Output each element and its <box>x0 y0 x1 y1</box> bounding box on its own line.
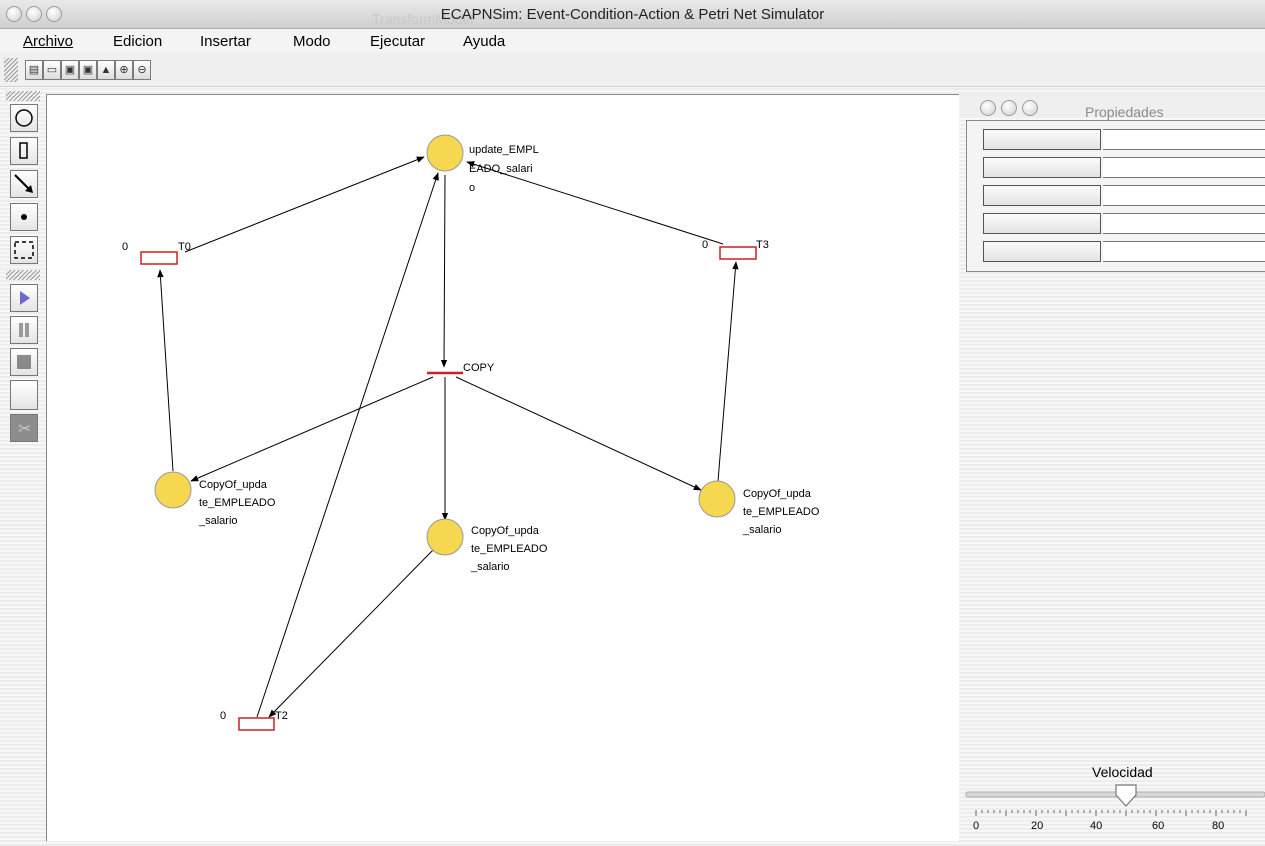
property-row[interactable] <box>983 213 1265 235</box>
arc-copyleft-to-t0[interactable] <box>157 269 174 472</box>
title-bar: TransformModel ECAPNSim: Event-Condition… <box>0 0 1265 29</box>
transition-t0[interactable] <box>140 251 178 265</box>
property-value[interactable] <box>1103 241 1265 262</box>
petri-net-canvas[interactable]: update_EMPL EADO_salari o CopyOf_upda te… <box>46 94 959 841</box>
arc-copyright-to-t3[interactable] <box>717 261 739 482</box>
place-label-line: _salario <box>198 515 238 527</box>
zoom-in-icon[interactable]: ⊕ <box>115 60 133 80</box>
save-icon[interactable]: ▣ <box>61 60 79 80</box>
speed-tick-label: 20 <box>1031 820 1044 832</box>
place-tool-icon[interactable] <box>10 104 38 132</box>
speed-tick-label: 0 <box>973 820 980 832</box>
property-value[interactable] <box>1103 157 1265 178</box>
transition-t3[interactable] <box>719 246 757 260</box>
toolbar-grip[interactable] <box>4 58 18 82</box>
token-tool-icon[interactable] <box>10 203 38 231</box>
arc-t2-to-update[interactable] <box>256 172 439 718</box>
place-label-line: CopyOf_upda <box>471 525 540 537</box>
save-as-icon[interactable]: ▣ <box>79 60 97 80</box>
speed-label: Velocidad <box>1092 764 1153 780</box>
blank-icon[interactable] <box>10 380 38 410</box>
properties-panel: Propiedades <box>960 94 1265 840</box>
zoom-out-icon[interactable]: ⊖ <box>133 60 151 80</box>
transition-t2-label: T2 <box>275 710 288 722</box>
place-label-line: te_EMPLEADO <box>471 543 548 555</box>
properties-table <box>966 120 1265 272</box>
arc-t0-to-update[interactable] <box>184 156 425 253</box>
arc-copy-to-copyleft[interactable] <box>190 376 434 482</box>
transition-t0-value: 0 <box>122 241 128 253</box>
place-label-line: o <box>469 182 475 194</box>
speed-tick-label: 60 <box>1152 820 1165 832</box>
menu-insertar[interactable]: Insertar <box>200 33 251 50</box>
transition-t2-value: 0 <box>220 710 226 722</box>
place-label-line: update_EMPL <box>469 144 539 156</box>
place-label-line: _salario <box>470 561 510 573</box>
property-row[interactable] <box>983 129 1265 151</box>
place-copyof-mid[interactable] <box>426 518 464 556</box>
place-copyof-left[interactable] <box>154 471 192 509</box>
transition-t2[interactable] <box>238 717 275 731</box>
place-label-line: te_EMPLEADO <box>743 506 820 518</box>
property-row[interactable] <box>983 157 1265 179</box>
properties-title-bar: Propiedades <box>960 94 1265 120</box>
cut-icon[interactable]: ✂ <box>10 414 38 442</box>
place-update-empleado[interactable] <box>426 134 464 172</box>
property-row[interactable] <box>983 241 1265 263</box>
speed-slider[interactable] <box>962 780 1265 820</box>
menu-modo[interactable]: Modo <box>293 33 331 50</box>
property-key[interactable] <box>983 241 1101 262</box>
arc-tool-icon[interactable] <box>10 170 38 198</box>
menu-bar: Archivo Edicion Insertar Modo Ejecutar A… <box>0 29 1265 53</box>
place-label-line: CopyOf_upda <box>199 479 268 491</box>
arc-copymid-to-t2[interactable] <box>268 549 434 718</box>
toolbar <box>0 54 1265 87</box>
place-copyof-right[interactable] <box>698 480 736 518</box>
transition-tool-icon[interactable] <box>10 137 38 165</box>
property-key[interactable] <box>983 185 1101 206</box>
transition-t3-label: T3 <box>756 239 769 251</box>
arc-update-to-copy[interactable] <box>440 174 448 368</box>
menu-edicion[interactable]: Edicion <box>113 33 162 50</box>
palette-grip-top[interactable] <box>6 91 40 101</box>
properties-minimize-button[interactable] <box>1001 100 1017 116</box>
window-title: ECAPNSim: Event-Condition-Action & Petri… <box>440 6 825 23</box>
menu-ayuda[interactable]: Ayuda <box>463 33 505 50</box>
palette-grip-bottom[interactable] <box>6 270 40 280</box>
svg-text:✂: ✂ <box>18 421 31 438</box>
play-icon[interactable] <box>10 284 38 312</box>
properties-zoom-button[interactable] <box>1022 100 1038 116</box>
property-key[interactable] <box>983 213 1101 234</box>
property-value[interactable] <box>1103 129 1265 150</box>
transition-copy-label: COPY <box>463 362 495 374</box>
speed-tick-label: 40 <box>1090 820 1103 832</box>
open-folder-icon[interactable]: ▭ <box>43 60 61 80</box>
property-key[interactable] <box>983 157 1101 178</box>
properties-title: Propiedades <box>1085 104 1164 120</box>
property-value[interactable] <box>1103 185 1265 206</box>
place-label-line: te_EMPLEADO <box>199 497 276 509</box>
print-icon[interactable]: ▲ <box>97 60 115 80</box>
new-file-icon[interactable]: ▤ <box>25 60 43 80</box>
speed-slider-thumb[interactable] <box>1115 784 1137 807</box>
transition-t3-value: 0 <box>702 239 708 251</box>
transition-t0-label: T0 <box>178 241 191 253</box>
property-row[interactable] <box>983 185 1265 207</box>
stop-icon[interactable] <box>10 348 38 376</box>
place-label-line: CopyOf_upda <box>743 488 812 500</box>
place-label-line: _salario <box>742 524 782 536</box>
select-tool-icon[interactable] <box>10 236 38 264</box>
properties-close-button[interactable] <box>980 100 996 116</box>
property-key[interactable] <box>983 129 1101 150</box>
menu-archivo[interactable]: Archivo <box>23 33 73 50</box>
pause-icon[interactable] <box>10 316 38 344</box>
speed-tick-label: 80 <box>1212 820 1225 832</box>
place-label-line: EADO_salari <box>469 163 533 175</box>
property-value[interactable] <box>1103 213 1265 234</box>
menu-ejecutar[interactable]: Ejecutar <box>370 33 425 50</box>
petri-net-diagram[interactable]: update_EMPL EADO_salari o CopyOf_upda te… <box>47 95 959 841</box>
arc-copy-to-copyright[interactable] <box>455 376 702 491</box>
